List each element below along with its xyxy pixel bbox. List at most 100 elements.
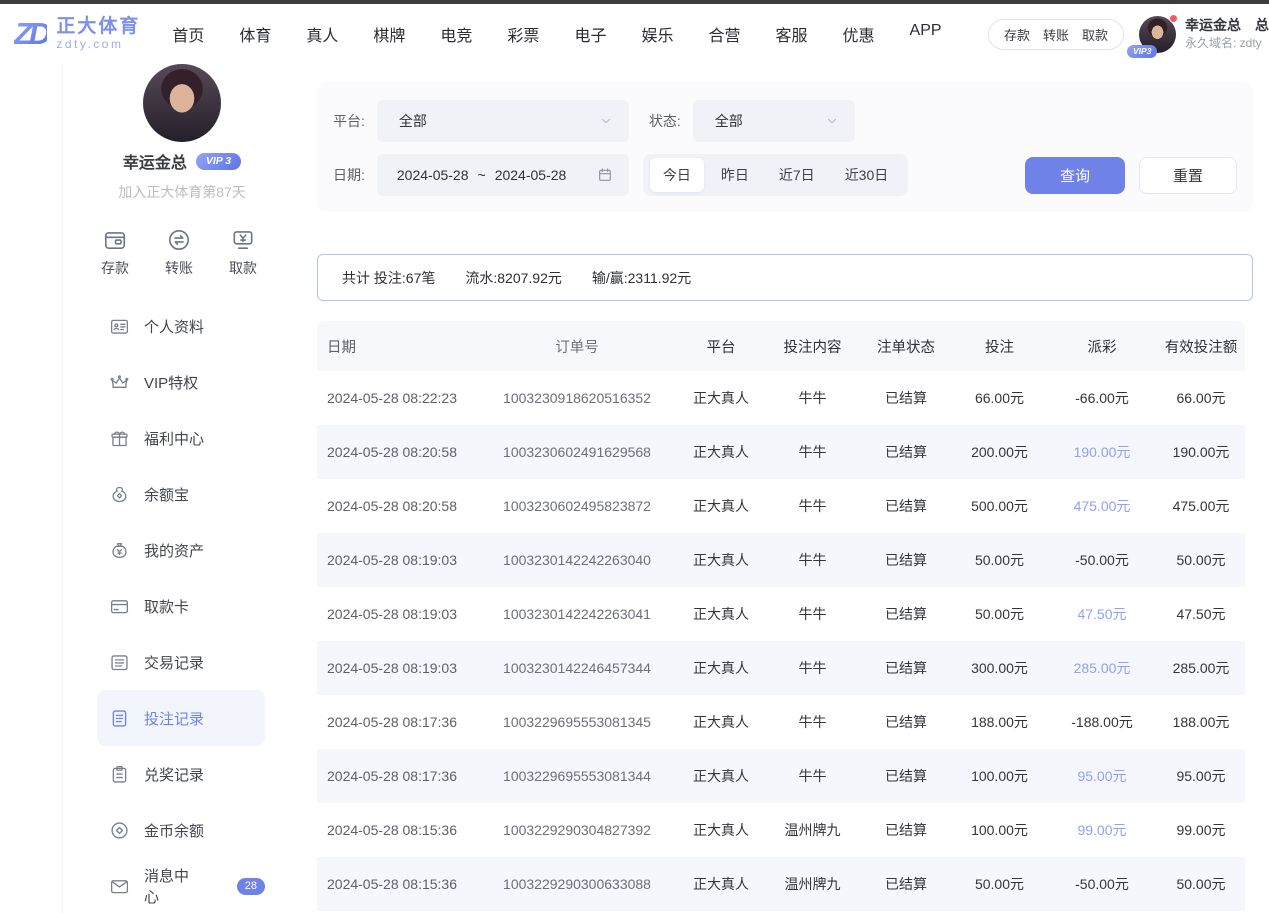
cell-status: 已结算 (860, 658, 952, 678)
nav-item-棋牌[interactable]: 棋牌 (373, 22, 405, 46)
calendar-icon (597, 167, 613, 183)
brand-title: 正大体育 (56, 17, 140, 38)
sidebar-item-取款卡[interactable]: 取款卡 (97, 578, 265, 634)
summary-turnover: 流水:8207.92元 (465, 268, 562, 288)
summary-total: 共计 投注:67笔 (342, 268, 435, 288)
cell-valid_bet: 66.00元 (1157, 388, 1245, 408)
table-row: 2024-05-28 08:22:231003230918620516352正大… (317, 371, 1245, 425)
nav-item-优惠[interactable]: 优惠 (843, 22, 875, 46)
cell-date: 2024-05-28 08:22:23 (317, 390, 477, 406)
wallet-pill-存款[interactable]: 存款 (1004, 25, 1030, 44)
cell-platform: 正大真人 (677, 712, 765, 732)
cell-status: 已结算 (860, 712, 952, 732)
cell-valid_bet: 475.00元 (1157, 496, 1245, 516)
nav-item-APP[interactable]: APP (910, 22, 942, 46)
sidebar-item-label: 取款卡 (144, 596, 189, 617)
cell-valid_bet: 47.50元 (1157, 604, 1245, 624)
cell-bet: 300.00元 (952, 658, 1047, 678)
cell-payout: 285.00元 (1047, 658, 1157, 678)
page: ZD 正大体育 zdty.com 首页 体育 真人 棋牌 电竞 彩票 电子 娱乐 合营 客服 优惠 A… (0, 0, 1269, 913)
sidebar-item-个人资料[interactable]: 个人资料 (97, 298, 265, 354)
nav-item-真人[interactable]: 真人 (306, 22, 338, 46)
wallet-pill-取款[interactable]: 取款 (1082, 25, 1108, 44)
nav-item-客服[interactable]: 客服 (775, 22, 807, 46)
nav-item-彩票[interactable]: 彩票 (507, 22, 539, 46)
platform-select[interactable]: 全部 (377, 100, 629, 142)
range-button-昨日[interactable]: 昨日 (708, 158, 762, 192)
cell-order_no: 1003230602491629568 (477, 444, 677, 460)
cell-bet: 500.00元 (952, 496, 1047, 516)
nav-item-娱乐[interactable]: 娱乐 (641, 22, 673, 46)
cell-platform: 正大真人 (677, 442, 765, 462)
nav-item-电子[interactable]: 电子 (574, 22, 606, 46)
sidebar-menu: 个人资料VIP特权福利中心余额宝我的资产取款卡交易记录投注记录兑奖记录金币余额消… (63, 298, 301, 913)
column-header-日期: 日期 (317, 336, 477, 357)
chevron-down-icon (825, 114, 839, 128)
cell-bet: 100.00元 (952, 820, 1047, 840)
table-row: 2024-05-28 08:15:361003229290300633088正大… (317, 857, 1245, 911)
bank-card-icon (109, 596, 130, 617)
sidebar-item-金币余额[interactable]: 金币余额 (97, 802, 265, 858)
status-label: 状态: (649, 111, 681, 131)
quick-action-取款[interactable]: 取款 (229, 227, 257, 278)
nav-item-电竞[interactable]: 电竞 (440, 22, 472, 46)
list-doc-icon (109, 652, 130, 673)
header-user[interactable]: VIP3 幸运金总总 永久域名: zdty (1139, 16, 1269, 53)
sidebar-item-label: 交易记录 (144, 652, 204, 673)
wallet-pill-转账[interactable]: 转账 (1043, 25, 1069, 44)
chevron-down-icon (599, 114, 613, 128)
table-header: 日期订单号平台投注内容注单状态投注派彩有效投注额 (317, 321, 1245, 371)
sidebar-item-投注记录[interactable]: 投注记录 (97, 690, 265, 746)
cell-date: 2024-05-28 08:19:03 (317, 552, 477, 568)
quick-action-转账[interactable]: 转账 (165, 227, 193, 278)
sidebar-item-消息中心[interactable]: 消息中心28 (97, 858, 265, 913)
table-row: 2024-05-28 08:20:581003230602491629568正大… (317, 425, 1245, 479)
sidebar-item-余额宝[interactable]: 余额宝 (97, 466, 265, 522)
cell-bet: 50.00元 (952, 604, 1047, 624)
cell-order_no: 1003230142246457344 (477, 660, 677, 676)
cell-bet: 200.00元 (952, 442, 1047, 462)
cell-payout: 99.00元 (1047, 820, 1157, 840)
sidebar-item-label: 福利中心 (144, 428, 204, 449)
sidebar-item-交易记录[interactable]: 交易记录 (97, 634, 265, 690)
profile-avatar[interactable] (143, 64, 221, 142)
quick-action-label: 转账 (165, 258, 193, 278)
brand-logo-mark: ZD (14, 18, 47, 49)
cell-bet: 50.00元 (952, 874, 1047, 894)
coin-icon (109, 820, 130, 841)
top-header: ZD 正大体育 zdty.com 首页 体育 真人 棋牌 电竞 彩票 电子 娱乐 合营 客服 优惠 A… (0, 4, 1269, 64)
range-button-今日[interactable]: 今日 (650, 158, 704, 192)
range-button-近7日[interactable]: 近7日 (766, 158, 828, 192)
bet-records-table: 日期订单号平台投注内容注单状态投注派彩有效投注额 2024-05-28 08:2… (317, 321, 1245, 911)
clipboard-icon (109, 764, 130, 785)
cell-platform: 正大真人 (677, 820, 765, 840)
date-range-input[interactable]: 2024-05-28 ~ 2024-05-28 (377, 154, 629, 196)
sidebar-item-我的资产[interactable]: 我的资产 (97, 522, 265, 578)
status-select[interactable]: 全部 (693, 100, 855, 142)
cell-platform: 正大真人 (677, 496, 765, 516)
nav-item-首页[interactable]: 首页 (172, 22, 204, 46)
id-card-icon (109, 316, 130, 337)
date-to: 2024-05-28 (495, 167, 567, 183)
cell-order_no: 1003229695553081344 (477, 768, 677, 784)
header-username: 幸运金总总 (1185, 16, 1269, 35)
cell-date: 2024-05-28 08:17:36 (317, 714, 477, 730)
cell-valid_bet: 95.00元 (1157, 766, 1245, 786)
cell-platform: 正大真人 (677, 604, 765, 624)
notification-dot (1169, 14, 1178, 23)
search-button[interactable]: 查询 (1025, 157, 1125, 194)
nav-item-合营[interactable]: 合营 (708, 22, 740, 46)
brand-logo[interactable]: ZD 正大体育 zdty.com (14, 17, 140, 52)
sidebar: 幸运金总 VIP 3 加入正大体育第87天 存款转账取款 个人资料VIP特权福利… (62, 64, 301, 913)
cell-status: 已结算 (860, 388, 952, 408)
sidebar-item-福利中心[interactable]: 福利中心 (97, 410, 265, 466)
quick-action-存款[interactable]: 存款 (101, 227, 129, 278)
sidebar-item-VIP特权[interactable]: VIP特权 (97, 354, 265, 410)
date-label: 日期: (333, 165, 365, 185)
nav-item-体育[interactable]: 体育 (239, 22, 271, 46)
column-header-注单状态: 注单状态 (860, 336, 952, 357)
cell-bet: 100.00元 (952, 766, 1047, 786)
reset-button[interactable]: 重置 (1139, 157, 1237, 194)
range-button-近30日[interactable]: 近30日 (832, 158, 902, 192)
sidebar-item-兑奖记录[interactable]: 兑奖记录 (97, 746, 265, 802)
